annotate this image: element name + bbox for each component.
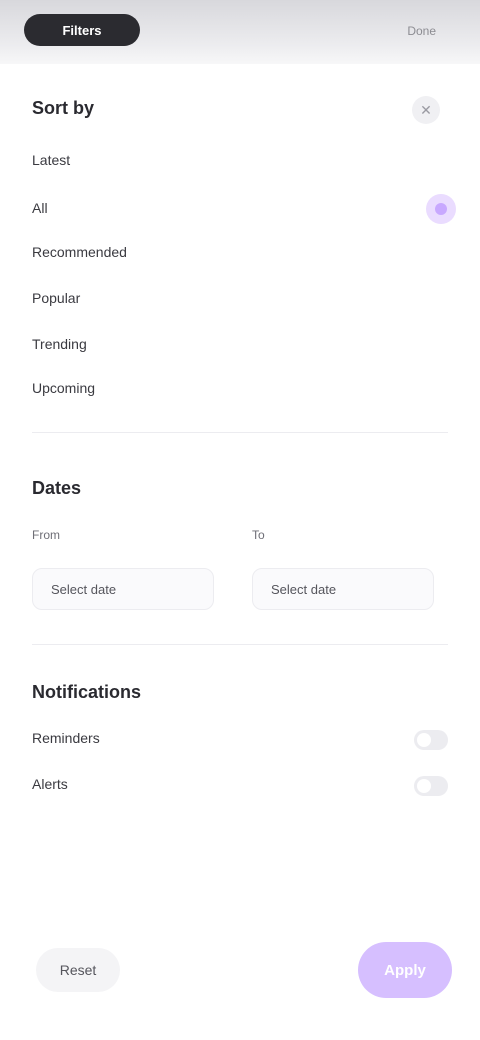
close-icon: ✕ [420, 101, 432, 118]
sort-section-title: Sort by [32, 98, 95, 118]
selected-radio-icon[interactable] [426, 194, 456, 224]
reminders-toggle[interactable] [414, 730, 448, 750]
top-bar: Filters Done [0, 0, 480, 64]
section-divider [32, 432, 448, 433]
sort-option-popular[interactable]: Popular [32, 290, 80, 306]
sort-option-all[interactable]: All [32, 200, 48, 216]
end-date-label: To [252, 528, 265, 542]
dates-section-title: Dates [32, 478, 82, 498]
sort-option-latest[interactable]: Latest [32, 152, 70, 168]
done-link[interactable]: Done [407, 24, 436, 38]
reset-button[interactable]: Reset [36, 948, 120, 992]
alerts-toggle[interactable] [414, 776, 448, 796]
start-date-field[interactable]: Select date [32, 568, 214, 610]
section-divider [32, 644, 448, 645]
sort-option-trending[interactable]: Trending [32, 336, 87, 352]
filter-sheet [0, 64, 480, 1040]
sort-option-upcoming[interactable]: Upcoming [32, 380, 95, 396]
end-date-field[interactable]: Select date [252, 568, 434, 610]
notification-option-alerts: Alerts [32, 776, 68, 792]
sort-option-recommended[interactable]: Recommended [32, 244, 127, 260]
notifications-section-title: Notifications [32, 682, 142, 702]
screen-title: Filters [24, 14, 140, 46]
close-button[interactable]: ✕ [412, 96, 440, 124]
notification-option-reminders: Reminders [32, 730, 100, 746]
apply-button[interactable]: Apply [358, 942, 452, 998]
start-date-label: From [32, 528, 60, 542]
